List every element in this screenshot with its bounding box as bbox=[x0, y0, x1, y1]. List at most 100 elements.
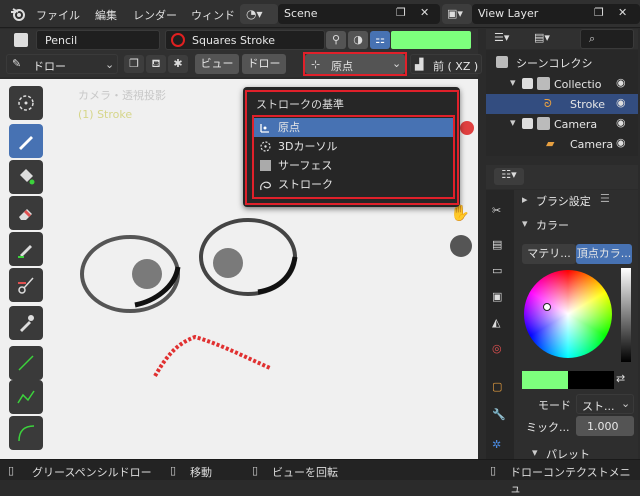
menu-window[interactable]: ウィンド bbox=[191, 7, 235, 23]
brush-selector[interactable]: Squares Stroke bbox=[165, 30, 325, 50]
view-menu-button[interactable]: ビュー bbox=[195, 54, 239, 74]
outliner-header: ☰▾ ▤▾ ⌕ bbox=[486, 29, 638, 49]
view-layer-name: View Layer bbox=[478, 7, 539, 20]
pencil-icon bbox=[14, 33, 28, 47]
brush-icon bbox=[171, 33, 185, 47]
tool-header: Pencil Squares Stroke ⚲ ◑ ⚏ bbox=[0, 29, 478, 51]
value-slider[interactable] bbox=[621, 268, 631, 362]
primary-color-swatch[interactable] bbox=[522, 371, 568, 389]
cursor-icon bbox=[18, 95, 34, 111]
tool-tab-icon[interactable]: ✂ bbox=[492, 204, 501, 217]
outliner-row[interactable]: ᘐ Stroke ◉ bbox=[486, 94, 638, 114]
checkbox-icon[interactable] bbox=[522, 118, 533, 129]
cutter-tool[interactable] bbox=[9, 268, 43, 302]
chevron-down-icon[interactable]: ▾ bbox=[522, 217, 528, 230]
mix-factor-field[interactable]: 1.000 bbox=[576, 416, 634, 436]
color-swatch[interactable] bbox=[391, 31, 471, 49]
copy-icon[interactable]: ❐ bbox=[594, 6, 604, 19]
output-tab-icon[interactable]: ▭ bbox=[492, 264, 502, 277]
axis-icon: ▟ bbox=[415, 58, 424, 71]
view-layer-field[interactable]: View Layer ❐ ✕ bbox=[472, 4, 640, 24]
status-rotate: ビューを回転 bbox=[272, 466, 338, 479]
vertex-color-tab[interactable]: 頂点カラ... bbox=[576, 244, 632, 264]
mode-dropdown[interactable]: スト... ⌄ bbox=[576, 394, 634, 414]
brush-settings-label[interactable]: ブラシ設定 bbox=[536, 193, 591, 209]
material-icon[interactable]: ◑ bbox=[348, 31, 368, 49]
polyline-tool[interactable] bbox=[9, 380, 43, 414]
properties-header: ☷▾ bbox=[486, 165, 638, 189]
line-tool[interactable] bbox=[9, 346, 43, 380]
orientation-dropdown[interactable]: ▟ 前 ( XZ ) bbox=[410, 54, 482, 74]
color-wheel[interactable] bbox=[524, 270, 612, 358]
world-tab-icon[interactable]: ◎ bbox=[492, 342, 502, 355]
outliner-row[interactable]: ▾ Camera ◉ bbox=[486, 114, 638, 134]
close-icon[interactable]: ✕ bbox=[618, 6, 627, 19]
effects-tab-icon[interactable]: ✲ bbox=[492, 438, 501, 451]
erase-tool[interactable] bbox=[9, 196, 43, 230]
object-name-field[interactable]: Pencil bbox=[36, 30, 160, 50]
tint-tool[interactable] bbox=[9, 232, 43, 266]
menu-file[interactable]: ファイル bbox=[36, 7, 80, 23]
scene-name: Scene bbox=[284, 7, 318, 20]
object-tab-icon[interactable]: ▢ bbox=[492, 380, 502, 393]
line-icon bbox=[18, 355, 34, 371]
draw-tool[interactable] bbox=[9, 124, 43, 158]
menu-edit[interactable]: 編集 bbox=[95, 7, 117, 23]
blender-logo-icon[interactable] bbox=[10, 6, 26, 22]
color-panel-label[interactable]: カラー bbox=[536, 217, 569, 233]
scene-field[interactable]: Scene ❐ ✕ bbox=[278, 4, 440, 24]
scene-tab-icon[interactable]: ◭ bbox=[492, 316, 500, 329]
cursor-tool[interactable] bbox=[9, 86, 43, 120]
menu-grip-icon[interactable]: ☰ bbox=[600, 192, 610, 205]
status-left: グリースペンシルドロー bbox=[32, 466, 152, 479]
object-name: Pencil bbox=[45, 34, 78, 47]
mode-dropdown[interactable]: ✎ ドロー ⌄ bbox=[6, 54, 118, 74]
secondary-color-swatch[interactable] bbox=[568, 371, 614, 389]
eyedropper-tool[interactable] bbox=[9, 306, 43, 340]
layers-icon[interactable]: ⚏ bbox=[370, 31, 390, 49]
mask-icon[interactable]: ⛾ bbox=[146, 55, 166, 73]
properties-editor-icon[interactable]: ☷▾ bbox=[494, 168, 524, 185]
copy-icon[interactable]: ❐ bbox=[396, 6, 406, 19]
camera-icon[interactable] bbox=[450, 235, 472, 257]
multiframe-icon[interactable]: ❐ bbox=[124, 55, 144, 73]
highlight-box bbox=[245, 90, 459, 205]
outliner-type-icon[interactable]: ☰▾ bbox=[494, 31, 509, 44]
viewport-header: ✎ ドロー ⌄ ❐ ⛾ ✱ ビュー ドロー ⊹ 原点 ⌄ ▟ 前 ( XZ ) bbox=[0, 51, 482, 77]
properties-panel: ✂ ▤ ▭ ▣ ◭ ◎ ▢ 🔧 ✲ ▸ ブラシ設定 ☰ ▾ カラー マテリ...… bbox=[486, 190, 638, 461]
modifier-tab-icon[interactable]: 🔧 bbox=[492, 408, 506, 421]
mode-value: スト... bbox=[582, 400, 615, 413]
swap-colors-icon[interactable]: ⇄ bbox=[616, 372, 625, 385]
arc-tool[interactable] bbox=[9, 416, 43, 450]
draw-menu-button[interactable]: ドロー bbox=[242, 54, 286, 74]
arc-icon bbox=[18, 425, 35, 442]
render-tab-icon[interactable]: ▤ bbox=[492, 238, 502, 251]
close-icon[interactable]: ✕ bbox=[420, 6, 429, 19]
highlight-box bbox=[303, 52, 407, 76]
chevron-right-icon[interactable]: ▸ bbox=[522, 193, 528, 206]
left-toolbar bbox=[5, 84, 47, 459]
pin-icon[interactable]: ⚲ bbox=[326, 31, 346, 49]
close-gizmo-icon[interactable] bbox=[460, 121, 474, 135]
material-tab[interactable]: マテリ... bbox=[522, 244, 576, 264]
scene-collection-icon bbox=[496, 56, 508, 68]
view-layer-tab-icon[interactable]: ▣ bbox=[492, 290, 502, 303]
scene-selector-button[interactable]: ◔▾ bbox=[240, 4, 278, 24]
checkbox-icon[interactable] bbox=[522, 78, 533, 89]
color-picker-handle[interactable] bbox=[543, 303, 551, 311]
filter-icon[interactable]: ▤▾ bbox=[534, 31, 550, 44]
eye-icon[interactable]: ◉ bbox=[616, 76, 626, 89]
view-layer-selector-button[interactable]: ▣▾ bbox=[442, 4, 472, 24]
snowflake-icon[interactable]: ✱ bbox=[168, 55, 188, 73]
eye-icon[interactable]: ◉ bbox=[616, 96, 626, 109]
menu-render[interactable]: レンダー bbox=[133, 7, 177, 23]
outliner-row[interactable]: ▰ Camera ◉ bbox=[486, 134, 638, 154]
outliner-row[interactable]: ▾ Collectio ◉ bbox=[486, 74, 638, 94]
fill-tool[interactable] bbox=[9, 160, 43, 194]
tint-brush-icon bbox=[18, 245, 32, 258]
eye-icon[interactable]: ◉ bbox=[616, 116, 626, 129]
chevron-down-icon[interactable]: ▾ bbox=[532, 446, 538, 459]
outliner-search-field[interactable]: ⌕ bbox=[580, 29, 634, 49]
camera-icon: ▰ bbox=[546, 137, 555, 150]
eye-icon[interactable]: ◉ bbox=[616, 136, 626, 149]
